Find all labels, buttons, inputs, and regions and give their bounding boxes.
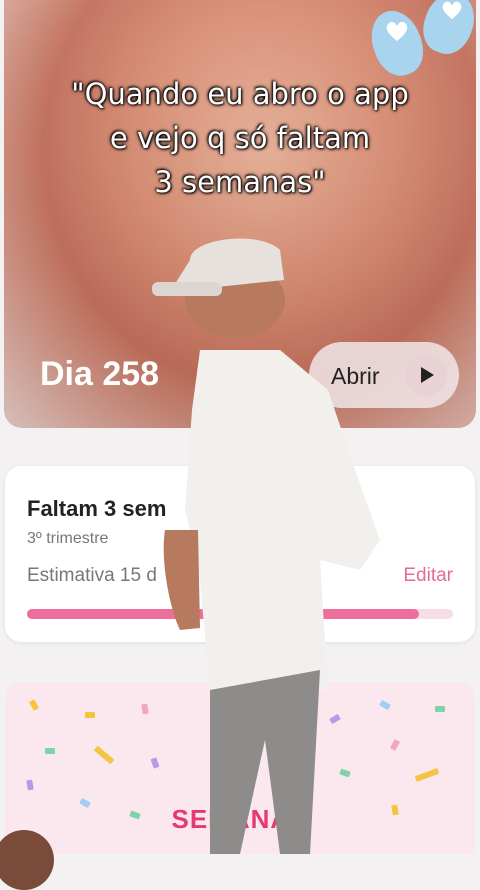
trimester-label: 3º trimestre <box>27 530 109 547</box>
confetti <box>28 699 40 711</box>
old-man-cutout <box>152 238 380 854</box>
meme-caption: "Quando eu abro o app e vejo q só faltam… <box>4 72 476 204</box>
due-date-estimate: Estimativa 15 d <box>27 565 157 586</box>
caption-line-3: 3 semanas" <box>154 165 326 199</box>
avatar[interactable] <box>0 830 54 890</box>
confetti <box>141 703 149 715</box>
confetti <box>435 706 445 712</box>
confetti <box>85 712 95 718</box>
weeks-remaining-title: Faltam 3 sem <box>27 496 167 521</box>
day-counter: Dia 258 <box>40 355 160 393</box>
caption-line-2: e vejo q só faltam <box>109 121 371 155</box>
play-icon <box>405 354 447 396</box>
baby-feet-icon <box>363 0 480 83</box>
edit-link[interactable]: Editar <box>403 565 453 587</box>
